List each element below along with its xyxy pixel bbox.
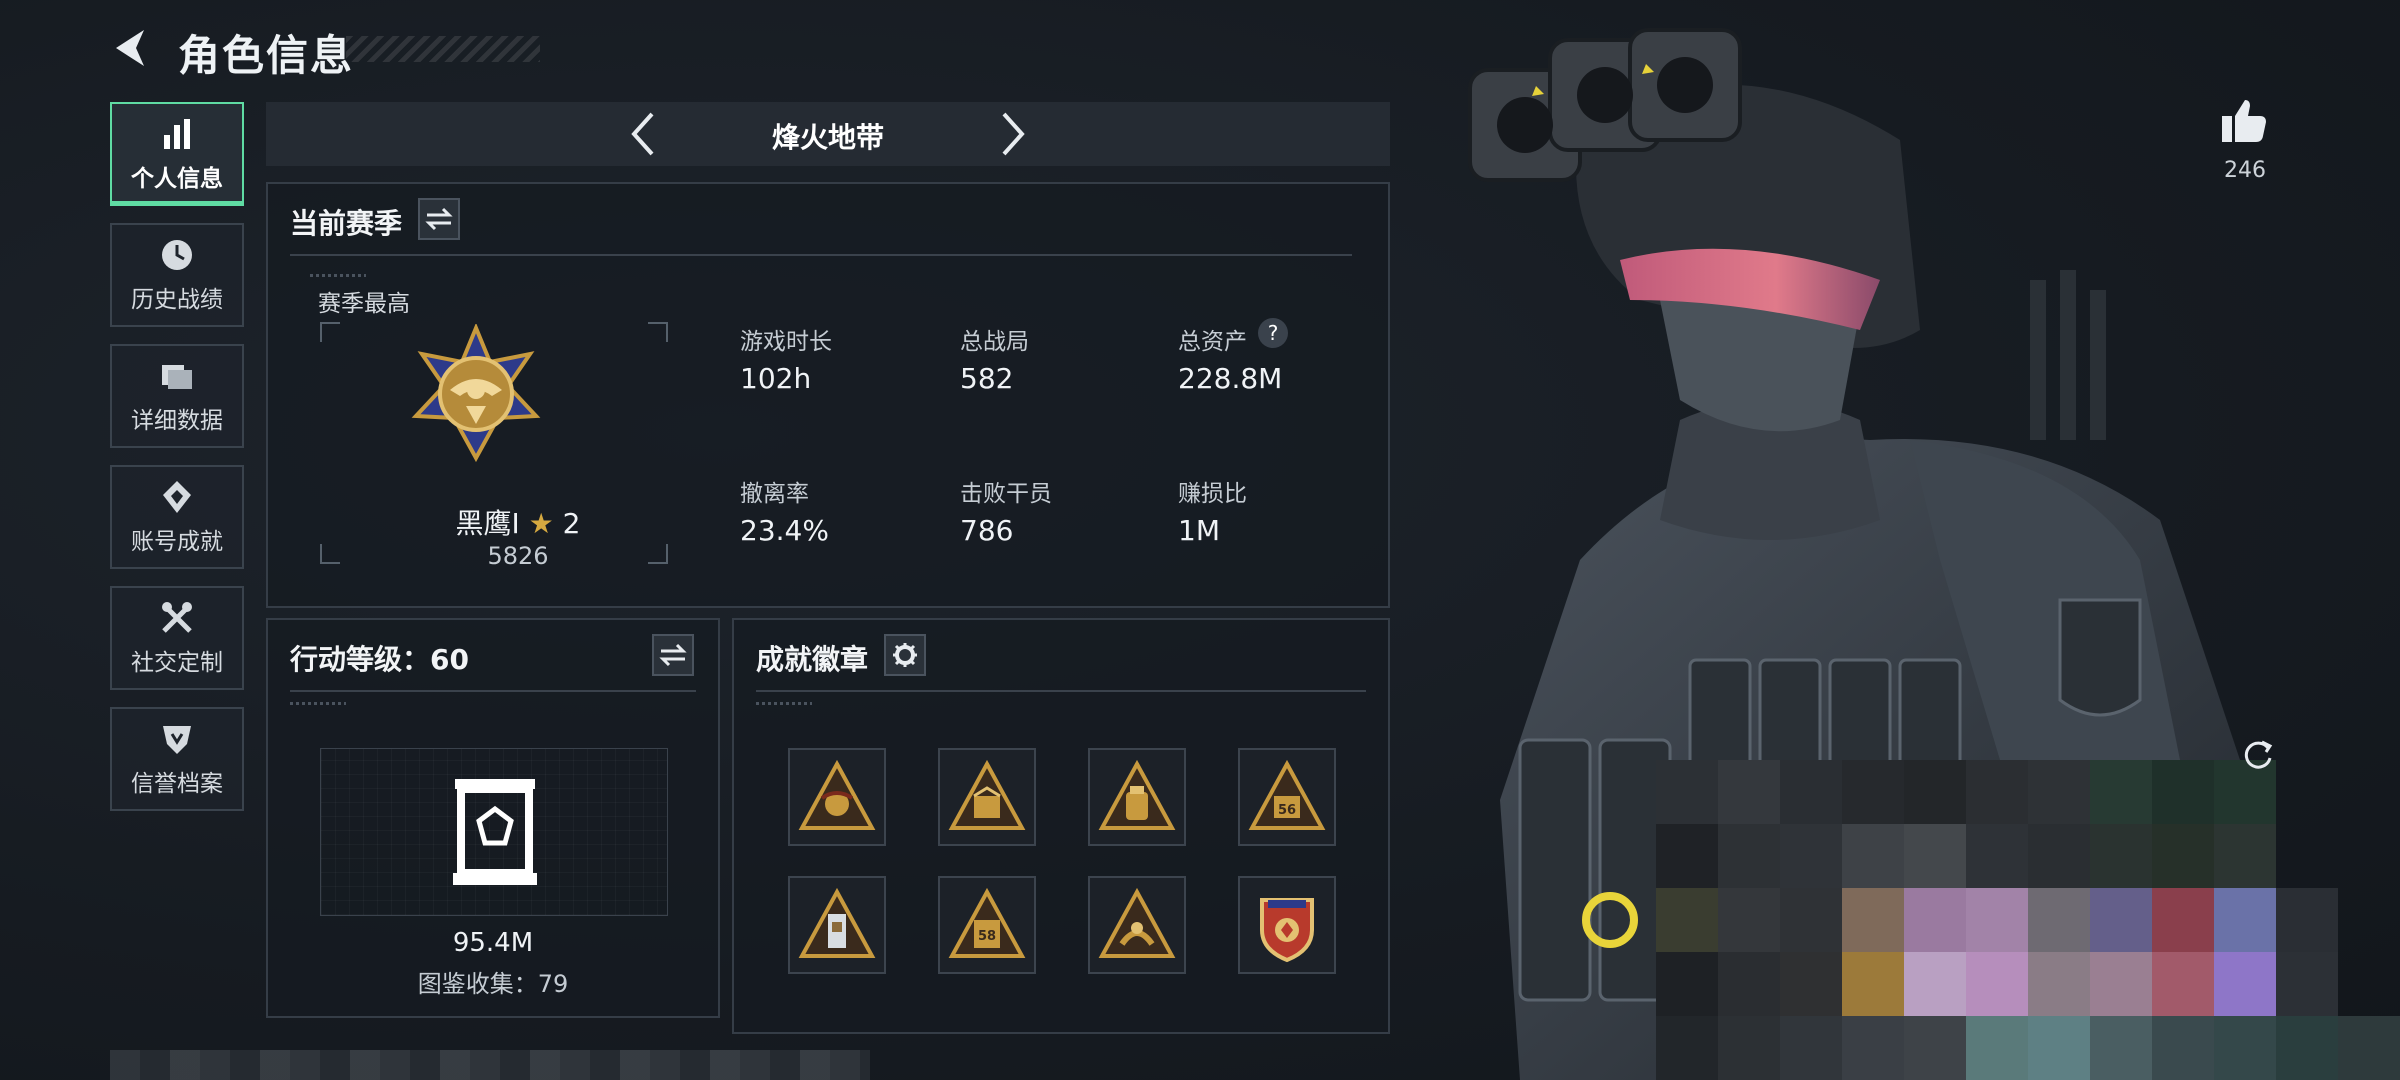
rank-stars: 2: [562, 507, 581, 540]
badge-58-icon: 58: [948, 887, 1026, 958]
badge-slot[interactable]: [1238, 876, 1336, 974]
nav-item-reputation[interactable]: 信誉档案: [110, 707, 244, 811]
frame-corner: [320, 322, 340, 342]
collection-count: 图鉴收集：79: [417, 970, 569, 998]
stat-value-kills: 786: [960, 514, 1014, 547]
stat-label-extract-rate: 撤离率: [740, 481, 809, 507]
side-nav: 个人信息 历史战绩 详细数据 账号成就 社交定制 信誉档案: [110, 102, 246, 828]
nav-label: 详细数据: [131, 408, 223, 434]
swap-icon: [425, 207, 453, 231]
nav-label: 个人信息: [131, 166, 223, 192]
badges-title: 成就徽章: [756, 643, 869, 676]
badge-hands-icon: [1098, 887, 1176, 958]
back-arrow-icon[interactable]: [110, 26, 154, 70]
next-mode-icon[interactable]: [992, 110, 1032, 158]
badge-slot[interactable]: [938, 748, 1036, 846]
badge-slot[interactable]: 56: [1238, 748, 1336, 846]
stat-label-assets: 总资产: [1178, 329, 1247, 355]
tools-icon: [162, 602, 192, 633]
star-icon: ★: [528, 507, 554, 540]
badge-eagle-icon: [798, 759, 876, 830]
rotate-icon[interactable]: [2240, 736, 2276, 772]
season-title: 当前赛季: [290, 207, 403, 240]
stat-label-profit-ratio: 赚损比: [1178, 481, 1247, 507]
decor-dots: [310, 274, 366, 277]
title-decoration: [346, 36, 540, 62]
clock-icon: [162, 240, 192, 270]
badge-slot[interactable]: [788, 876, 886, 974]
swap-icon: [659, 643, 687, 667]
collection-value: 95.4M: [452, 928, 534, 958]
help-icon[interactable]: ?: [1258, 318, 1288, 348]
stat-value-matches: 582: [960, 362, 1014, 395]
season-panel: 当前赛季 赛季最高 黑鹰Ⅰ ★ 2 5826 游戏时长 102h 总战局 582…: [266, 182, 1390, 608]
nav-item-detailed-data[interactable]: 详细数据: [110, 344, 244, 448]
mode-selector: 烽火地带: [266, 102, 1390, 166]
level-switch-button[interactable]: [652, 634, 694, 676]
badges-panel: 成就徽章 56 58: [732, 618, 1390, 1034]
badge-slot[interactable]: [1088, 876, 1186, 974]
level-panel: 行动等级：60 95.4M 图鉴收集：79: [266, 618, 720, 1018]
frame-corner: [320, 544, 340, 564]
blurred-footer: [110, 1050, 870, 1080]
badge-slot[interactable]: 58: [938, 876, 1036, 974]
folder-icon: [162, 365, 192, 389]
divider: [290, 690, 696, 692]
mode-label: 烽火地带: [771, 121, 884, 154]
frame-corner: [648, 322, 668, 342]
nav-item-history[interactable]: 历史战绩: [110, 223, 244, 327]
badge-slot[interactable]: [788, 748, 886, 846]
rank-title: 黑鹰Ⅰ ★ 2: [428, 502, 608, 542]
like-count: 246: [2224, 158, 2266, 183]
nav-item-social[interactable]: 社交定制: [110, 586, 244, 690]
divider: [756, 690, 1366, 692]
svg-text:58: 58: [978, 929, 996, 944]
stat-value-extract-rate: 23.4%: [740, 514, 829, 547]
thumbs-up-icon[interactable]: [2218, 96, 2268, 146]
rank-emblem-icon: [411, 324, 541, 463]
collection-display[interactable]: [320, 748, 668, 916]
badge-crate-icon: [948, 759, 1026, 830]
pixelated-overlay: [1656, 760, 2400, 1080]
nav-item-personal-info[interactable]: 个人信息: [110, 102, 244, 206]
badge-56-icon: 56: [1248, 759, 1326, 830]
season-switch-button[interactable]: [418, 198, 460, 240]
achievement-icon: [163, 481, 191, 513]
page-title: 角色信息: [178, 31, 355, 80]
badge-slot[interactable]: [1088, 748, 1186, 846]
nav-label: 账号成就: [131, 529, 223, 555]
stat-label-kills: 击败干员: [960, 481, 1052, 507]
nav-label: 信誉档案: [131, 771, 223, 797]
badge-tower-icon: [798, 887, 876, 958]
shield-icon: [163, 726, 191, 754]
nav-label: 历史战绩: [131, 287, 223, 313]
divider: [290, 254, 1352, 256]
rank-points: 5826: [487, 542, 549, 570]
collection-case-icon: [453, 779, 537, 885]
stat-value-playtime: 102h: [740, 362, 812, 395]
decor-dots: [290, 702, 346, 705]
stat-label-playtime: 游戏时长: [740, 329, 832, 355]
stat-value-assets: 228.8M: [1178, 362, 1283, 395]
decor-dots: [756, 702, 812, 705]
stat-value-profit-ratio: 1M: [1178, 514, 1220, 547]
season-best-label: 赛季最高: [318, 291, 410, 317]
svg-text:56: 56: [1278, 803, 1296, 818]
nav-item-achievements[interactable]: 账号成就: [110, 465, 244, 569]
bar-chart-icon: [164, 119, 190, 149]
level-title: 行动等级：60: [290, 643, 469, 676]
nav-label: 社交定制: [131, 650, 223, 676]
stat-label-matches: 总战局: [960, 329, 1029, 355]
frame-corner: [648, 544, 668, 564]
badges-settings-button[interactable]: [884, 634, 926, 676]
badge-shield-medal-icon: [1260, 898, 1314, 963]
rank-name: 黑鹰Ⅰ: [455, 507, 520, 540]
badge-bag-icon: [1098, 759, 1176, 830]
gear-icon: [893, 643, 917, 667]
